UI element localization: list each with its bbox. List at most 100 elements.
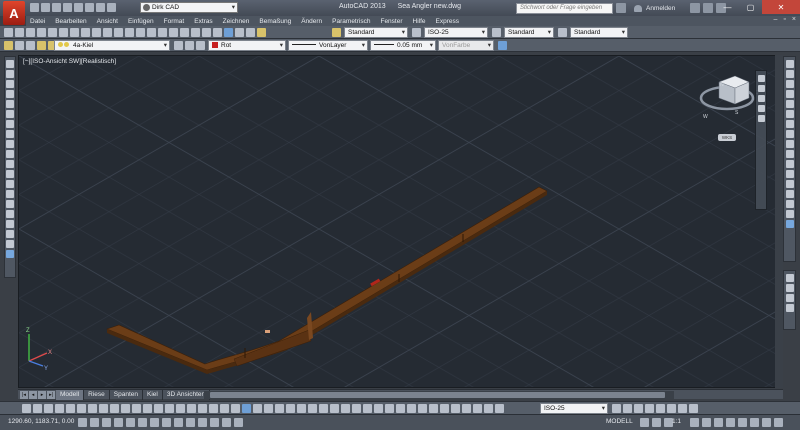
dist-icon[interactable] (785, 274, 794, 282)
dim-break-icon[interactable] (154, 404, 163, 413)
annotation-visibility-icon[interactable] (690, 418, 699, 427)
inspection-icon[interactable] (187, 404, 196, 413)
menu-item-extras[interactable]: Extras (194, 18, 212, 25)
preview-icon[interactable] (48, 28, 57, 37)
ucs-origin-icon[interactable] (440, 404, 449, 413)
scale-icon[interactable] (785, 130, 794, 138)
locate-icon[interactable] (785, 304, 794, 312)
shaded-icon[interactable] (678, 404, 687, 413)
move-icon[interactable] (785, 110, 794, 118)
object-snap-tracking-icon[interactable] (162, 418, 171, 427)
properties-icon[interactable] (191, 28, 200, 37)
tool-palettes-icon[interactable] (213, 28, 222, 37)
list-icon[interactable] (785, 294, 794, 302)
orbit-icon[interactable] (242, 404, 251, 413)
workspace-icon[interactable] (107, 3, 116, 12)
ucs-y-icon[interactable] (484, 404, 493, 413)
calculator-icon[interactable] (246, 28, 255, 37)
object-snap-icon[interactable] (138, 418, 147, 427)
join-icon[interactable] (785, 180, 794, 188)
ucs-previous-icon[interactable] (396, 404, 405, 413)
continuous-orbit-icon[interactable] (264, 404, 273, 413)
arc-length-icon[interactable] (44, 404, 53, 413)
bottom-dim-style-dropdown[interactable]: ISO-25 (540, 403, 608, 414)
dim-text-edit-icon[interactable] (220, 404, 229, 413)
first-tab-icon[interactable]: |◂ (20, 391, 28, 399)
zoom-previous-icon[interactable] (180, 28, 189, 37)
redo-tool-icon[interactable] (136, 28, 145, 37)
save-icon[interactable] (52, 3, 61, 12)
paste-icon[interactable] (92, 28, 101, 37)
circle-icon[interactable] (6, 120, 14, 128)
mleader-style-dropdown[interactable]: Standard (570, 27, 628, 38)
menu-item-format[interactable]: Format (164, 18, 185, 25)
solid-box-icon[interactable] (319, 404, 328, 413)
workspace-dropdown[interactable]: Dirk CAD (140, 2, 238, 13)
selection-cycling-icon[interactable] (234, 418, 243, 427)
camera-icon[interactable] (297, 404, 306, 413)
ucs-object-icon[interactable] (418, 404, 427, 413)
dynamic-ucs-icon[interactable] (174, 418, 183, 427)
quick-view-drawings-icon[interactable] (652, 418, 661, 427)
grid-display-icon[interactable] (102, 418, 111, 427)
mleader-style-icon[interactable] (558, 28, 567, 37)
annotation-scale[interactable]: 1:1 (672, 418, 681, 425)
ucs-view-icon[interactable] (429, 404, 438, 413)
center-mark-icon[interactable] (176, 404, 185, 413)
diameter-dim-icon[interactable] (88, 404, 97, 413)
dim-style-manager-icon[interactable] (612, 404, 621, 413)
solid-intersect-icon[interactable] (363, 404, 372, 413)
menu-item-ansicht[interactable]: Ansicht (97, 18, 118, 25)
viewport-label[interactable]: [−][ISO-Ansicht SW][Realistisch] (23, 58, 116, 65)
vertical-scrollbar[interactable] (775, 55, 783, 388)
cut-icon[interactable] (70, 28, 79, 37)
stretch-icon[interactable] (785, 140, 794, 148)
plot-icon[interactable] (74, 3, 83, 12)
zoom-window-icon[interactable] (169, 28, 178, 37)
last-tab-icon[interactable]: ▸| (47, 391, 55, 399)
tolerance-icon[interactable] (165, 404, 174, 413)
aligned-dim-icon[interactable] (33, 404, 42, 413)
solid-extrude-icon[interactable] (330, 404, 339, 413)
fly-icon[interactable] (286, 404, 295, 413)
explode-icon[interactable] (785, 220, 794, 228)
polyline-icon[interactable] (6, 80, 14, 88)
polar-tracking-icon[interactable] (126, 418, 135, 427)
search-icon[interactable] (616, 3, 626, 13)
baseline-dim-icon[interactable] (121, 404, 130, 413)
quick-view-layouts-icon[interactable] (640, 418, 649, 427)
insert-block-icon[interactable] (6, 170, 14, 178)
transparency-icon[interactable] (210, 418, 219, 427)
status-menu-icon[interactable] (762, 418, 771, 427)
color-dropdown[interactable]: Rot (208, 40, 286, 51)
minimize-button[interactable]: — (716, 0, 739, 14)
help-tool-icon[interactable] (257, 28, 266, 37)
make-current-icon[interactable] (174, 41, 183, 50)
realistic-icon[interactable] (656, 404, 665, 413)
visual-style-icon[interactable] (623, 404, 632, 413)
block-editor-icon[interactable] (114, 28, 123, 37)
markup-icon[interactable] (235, 28, 244, 37)
open-icon[interactable] (41, 3, 50, 12)
blend-icon[interactable] (785, 210, 794, 218)
dim-style-dropdown[interactable]: ISO-25 (424, 27, 488, 38)
sheet-set-icon[interactable] (224, 28, 233, 37)
xline-icon[interactable] (6, 70, 14, 78)
pan-icon[interactable] (147, 28, 156, 37)
workspace-switch-icon[interactable] (714, 418, 723, 427)
make-block-icon[interactable] (6, 180, 14, 188)
clean-screen-icon[interactable] (774, 418, 783, 427)
offset-icon[interactable] (785, 90, 794, 98)
copy-icon[interactable] (81, 28, 90, 37)
jogged-linear-icon[interactable] (198, 404, 207, 413)
ucs-x-icon[interactable] (473, 404, 482, 413)
ucs-z-icon[interactable] (495, 404, 504, 413)
print-icon[interactable] (37, 28, 46, 37)
free-orbit-icon[interactable] (253, 404, 262, 413)
polygon-icon[interactable] (6, 90, 14, 98)
continue-dim-icon[interactable] (132, 404, 141, 413)
model-space-toggle[interactable]: MODELL (606, 418, 633, 425)
prev-tab-icon[interactable]: ◂ (29, 391, 37, 399)
hatch-icon[interactable] (6, 200, 14, 208)
menu-item-express[interactable]: Express (436, 18, 459, 25)
